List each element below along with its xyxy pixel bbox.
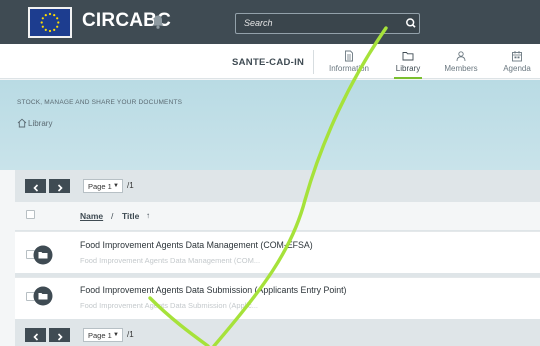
document-icon <box>345 50 353 62</box>
search-icon[interactable] <box>402 13 420 34</box>
library-banner <box>0 80 540 170</box>
folder-name-link[interactable]: Food Improvement Agents Data Submission … <box>80 285 346 295</box>
tab-agenda[interactable]: Agenda <box>499 50 535 78</box>
folder-name-link[interactable]: Food Improvement Agents Data Management … <box>80 240 313 250</box>
tab-members-label: Members <box>444 64 478 73</box>
top-bar: CIRCABC Search <box>0 0 540 44</box>
chevron-down-icon: ▼ <box>113 183 119 189</box>
chevron-left-icon <box>32 332 38 341</box>
eu-stars-icon <box>40 12 60 33</box>
search-input[interactable]: Search <box>235 13 420 34</box>
pager-bottom: Page 1 ▼ /1 <box>15 322 540 346</box>
list-item[interactable] <box>15 231 540 273</box>
folder-title: Food Improvement Agents Data Management … <box>80 256 261 265</box>
breadcrumb-library[interactable]: Library <box>28 119 52 128</box>
page-total: /1 <box>127 181 134 190</box>
page-tagline: STOCK, MANAGE AND SHARE YOUR DOCUMENTS <box>17 99 183 106</box>
header-separator: / <box>111 211 114 221</box>
list-item[interactable] <box>15 277 540 319</box>
sort-ascending-icon[interactable]: ↑ <box>146 211 150 220</box>
page-total: /1 <box>127 330 134 339</box>
tab-library-label: Library <box>395 64 421 73</box>
next-page-button[interactable] <box>49 179 70 193</box>
group-navigation: SANTE-CAD-IN Information Library Members <box>0 44 540 79</box>
chevron-left-icon <box>32 183 38 192</box>
sort-by-name-link[interactable]: Name <box>80 211 103 221</box>
page-select-value: Page 1 <box>88 331 112 340</box>
folder-icon[interactable] <box>33 286 53 306</box>
tab-information[interactable]: Information <box>327 50 371 78</box>
group-name[interactable]: SANTE-CAD-IN <box>232 57 304 68</box>
previous-page-button[interactable] <box>25 328 46 342</box>
tab-information-label: Information <box>328 64 370 73</box>
folder-icon <box>402 52 414 61</box>
page-select[interactable]: Page 1 ▼ <box>83 328 123 342</box>
folder-title: Food Improvement Agents Data Submission … <box>80 301 259 310</box>
pager-top: Page 1 ▼ /1 <box>15 173 540 199</box>
tab-members[interactable]: Members <box>441 50 481 78</box>
chevron-right-icon <box>57 183 63 192</box>
chevron-right-icon <box>57 332 63 341</box>
members-icon <box>456 51 466 62</box>
page-select-value: Page 1 <box>88 182 112 191</box>
sort-by-title-link[interactable]: Title <box>122 211 139 221</box>
tab-agenda-label: Agenda <box>503 64 531 73</box>
bell-icon[interactable] <box>150 14 166 30</box>
nav-divider <box>313 50 314 74</box>
select-all-checkbox[interactable] <box>26 210 35 219</box>
previous-page-button[interactable] <box>25 179 46 193</box>
next-page-button[interactable] <box>49 328 70 342</box>
folder-icon[interactable] <box>33 245 53 265</box>
calendar-icon <box>512 51 522 62</box>
tab-library[interactable]: Library <box>394 50 422 79</box>
eu-flag-logo[interactable] <box>28 7 72 38</box>
chevron-down-icon: ▼ <box>113 332 119 338</box>
home-icon <box>17 118 27 128</box>
page-select[interactable]: Page 1 ▼ <box>83 179 123 193</box>
